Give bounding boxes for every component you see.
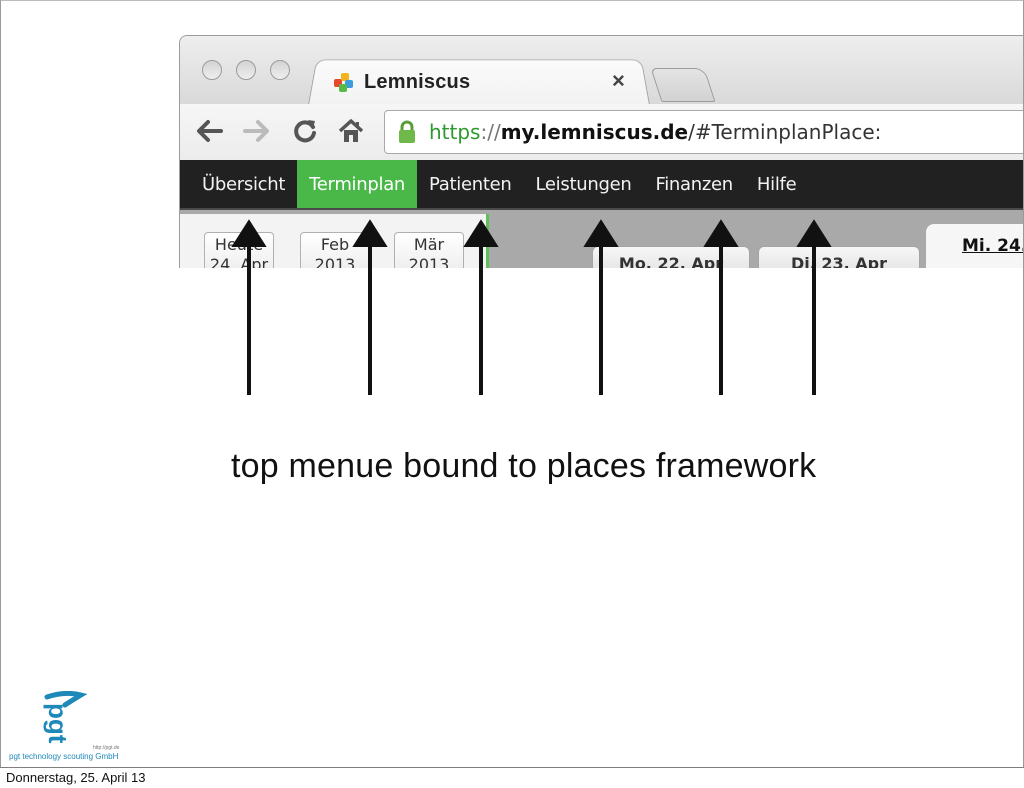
url-host: my.lemniscus.de [500,120,689,144]
year-label: 2013 [408,255,450,268]
year-label: 2013 [314,255,356,268]
calendar-area: Heute 24. Apr Feb 2013 Mär 2013 Mo. 22. … [180,210,1024,268]
day-header-current[interactable]: Mi. 24. [926,224,1024,268]
today-date: 24. Apr [209,255,269,268]
browser-titlebar: Lemniscus × [180,36,1023,105]
url-scheme: https [429,120,481,144]
month-label: Mär [413,235,445,254]
svg-text:http://pgt.de: http://pgt.de [93,745,120,751]
footer-divider [0,767,1024,768]
day-header-monday[interactable]: Mo. 22. Apr [592,246,750,268]
lock-icon [397,120,417,144]
url-path: /#TerminplanPlace: [688,120,882,144]
menu-item-hilfe[interactable]: Hilfe [745,160,808,208]
window-close-control[interactable] [202,60,222,80]
today-label: Heute [214,235,264,254]
lemniscus-favicon-icon [332,70,356,94]
address-url: https://my.lemniscus.de/#TerminplanPlace… [429,120,881,144]
browser-tab-content: Lemniscus × [330,64,650,100]
tab-title: Lemniscus [364,70,471,93]
day-header-tuesday[interactable]: Di. 23. Apr [758,246,920,268]
window-minimize-control[interactable] [236,60,256,80]
home-icon[interactable] [336,116,366,146]
current-day-label: Mi. 24. [962,236,1024,256]
tab-close-icon[interactable]: × [612,68,625,94]
browser-toolbar: https://my.lemniscus.de/#TerminplanPlace… [180,104,1023,161]
browser-window: Lemniscus × https://my.lemniscus.de/#Ter… [179,35,1024,268]
address-bar[interactable]: https://my.lemniscus.de/#TerminplanPlace… [384,110,1023,154]
menu-item-leistungen[interactable]: Leistungen [524,160,644,208]
month-mar-button[interactable]: Mär 2013 [394,232,464,268]
month-feb-button[interactable]: Feb 2013 [300,232,370,268]
reload-icon[interactable] [290,116,320,146]
footer-date: Donnerstag, 25. April 13 [6,770,146,785]
today-button[interactable]: Heute 24. Apr [204,232,274,268]
window-zoom-control[interactable] [270,60,290,80]
svg-text:pgt: pgt [43,703,73,744]
menu-item-uebersicht[interactable]: Übersicht [180,160,297,208]
date-navigation-panel: Heute 24. Apr Feb 2013 Mär 2013 [180,214,489,268]
menu-item-terminplan[interactable]: Terminplan [297,160,418,208]
slide-caption: top menue bound to places framework [231,447,817,485]
menu-item-finanzen[interactable]: Finanzen [643,160,744,208]
month-label: Feb [320,235,350,254]
new-tab-button[interactable] [650,68,716,102]
pgt-logo: pgt pgt technology scouting GmbH http://… [7,690,137,763]
top-menu: Übersicht Terminplan Patienten Leistunge… [180,160,1023,210]
slide: Lemniscus × https://my.lemniscus.de/#Ter… [0,0,1024,768]
forward-arrow-icon[interactable] [242,116,272,146]
menu-item-patienten[interactable]: Patienten [417,160,523,208]
back-arrow-icon[interactable] [194,116,224,146]
svg-text:pgt technology scouting GmbH: pgt technology scouting GmbH [9,752,119,761]
url-separator: :// [480,120,501,144]
